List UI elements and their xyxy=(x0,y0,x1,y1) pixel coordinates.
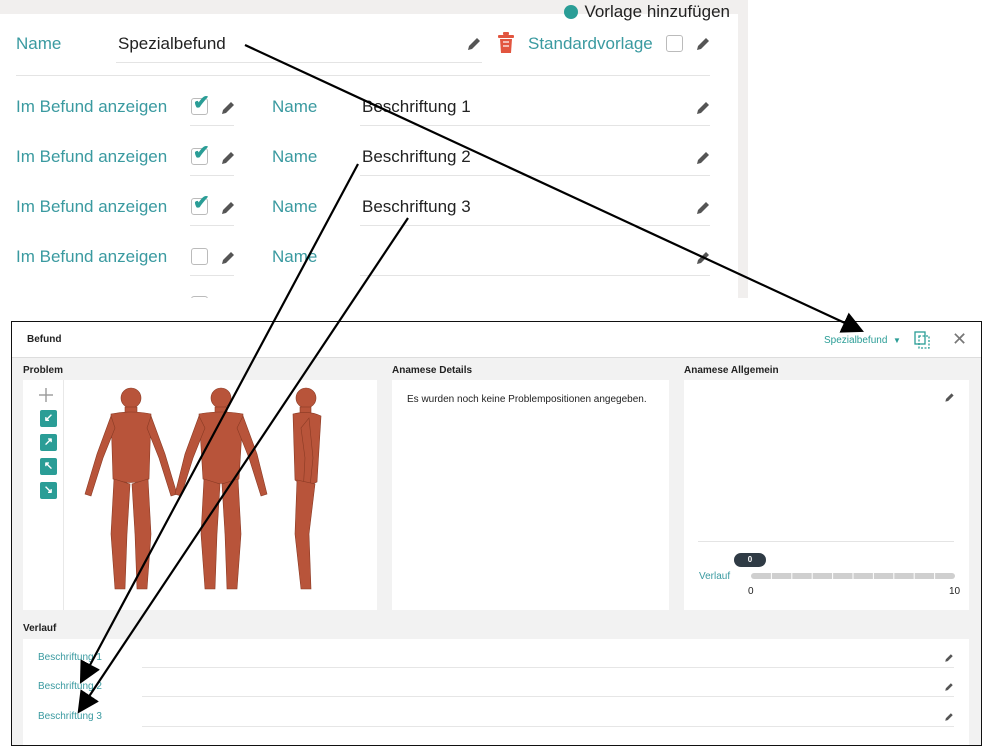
copy-icon[interactable] xyxy=(914,331,930,349)
show-in-befund-label-1: Im Befund anzeigen xyxy=(16,97,168,116)
anatomy-image[interactable] xyxy=(71,384,371,604)
edit-verlauf-pencil-icon-3[interactable] xyxy=(944,712,954,722)
anamnese-divider xyxy=(698,541,954,542)
verlauf-item-line-2 xyxy=(142,696,954,697)
problem-label: Problem xyxy=(23,365,64,376)
anamnese-details-label: Anamese Details xyxy=(392,365,473,376)
verlauf-panel xyxy=(23,639,969,745)
arrow-up-left-icon[interactable]: ↖ xyxy=(40,458,57,475)
add-template-button[interactable]: Vorlage hinzufügen xyxy=(564,2,730,22)
caret-down-icon[interactable]: ▼ xyxy=(893,336,901,345)
label-input-2[interactable]: Beschriftung 2 xyxy=(362,147,471,167)
add-template-label: Vorlage hinzufügen xyxy=(584,2,730,21)
add-icon xyxy=(564,5,579,19)
edit-show-pencil-icon-2[interactable] xyxy=(220,150,236,166)
edit-anamnese-pencil-icon[interactable] xyxy=(944,392,955,403)
standard-template-checkbox[interactable] xyxy=(666,35,683,52)
verlauf-item-1[interactable]: Beschriftung 1 xyxy=(38,652,102,663)
verlauf-item-2[interactable]: Beschriftung 2 xyxy=(38,681,102,692)
label-input-1[interactable]: Beschriftung 1 xyxy=(362,97,471,117)
verlauf-slider-label: Verlauf xyxy=(699,571,731,582)
befund-header: Befund Spezialbefund ▼ ✕ xyxy=(12,322,981,358)
name-row-divider xyxy=(16,75,710,76)
show-in-befund-checkbox-5[interactable] xyxy=(191,296,208,298)
label-underline-4 xyxy=(360,275,710,276)
befund-window: Befund Spezialbefund ▼ ✕ Problem Anamese… xyxy=(11,321,982,746)
edit-show-pencil-icon-1[interactable] xyxy=(220,100,236,116)
edit-verlauf-pencil-icon-1[interactable] xyxy=(944,653,954,663)
slider-max-label: 10 xyxy=(949,586,961,597)
show-in-befund-label-2: Im Befund anzeigen xyxy=(16,147,168,166)
template-selector[interactable]: Spezialbefund xyxy=(824,335,887,346)
verlauf-item-line-1 xyxy=(142,667,954,668)
label-name-2: Name xyxy=(272,147,318,166)
template-editor: Vorlage hinzufügen Name Spezialbefund St… xyxy=(0,0,748,298)
anamnese-allgemein-label: Anamese Allgemein xyxy=(684,365,779,376)
show-in-befund-label-4: Im Befund anzeigen xyxy=(16,247,168,266)
edit-label-pencil-icon-4[interactable] xyxy=(695,250,711,266)
close-icon[interactable]: ✕ xyxy=(952,329,967,350)
edit-label-pencil-icon-1[interactable] xyxy=(695,100,711,116)
standard-template-label: Standardvorlage xyxy=(528,34,653,53)
no-problem-positions-message: Es wurden noch keine Problempositionen a… xyxy=(407,394,647,405)
checkbox-underline-4 xyxy=(190,275,234,276)
toolbar-divider xyxy=(63,380,64,610)
label-underline-1 xyxy=(360,125,710,126)
move-icon[interactable] xyxy=(39,388,53,402)
label-underline-2 xyxy=(360,175,710,176)
verlauf-label: Verlauf xyxy=(23,623,57,634)
show-in-befund-label-3: Im Befund anzeigen xyxy=(16,197,168,216)
template-name-underline xyxy=(116,62,482,63)
checkbox-underline-2 xyxy=(190,175,234,176)
delete-template-trash-icon[interactable] xyxy=(496,32,516,54)
edit-show-pencil-icon-4[interactable] xyxy=(220,250,236,266)
edit-standard-pencil-icon[interactable] xyxy=(695,36,711,52)
arrow-down-left-icon[interactable]: ↙ xyxy=(40,410,57,427)
template-editor-card: Vorlage hinzufügen Name Spezialbefund St… xyxy=(0,2,738,298)
label-input-3[interactable]: Beschriftung 3 xyxy=(362,197,471,217)
label-name-4: Name xyxy=(272,247,318,266)
edit-show-pencil-icon-3[interactable] xyxy=(220,200,236,216)
template-name-input[interactable]: Spezialbefund xyxy=(118,34,226,54)
label-name-1: Name xyxy=(272,97,318,116)
label-underline-3 xyxy=(360,225,710,226)
template-name-label: Name xyxy=(16,34,62,53)
problem-panel: ↙ ↗ ↖ ↘ xyxy=(23,380,377,610)
checkbox-underline-3 xyxy=(190,225,234,226)
checkmark-icon: ✔ xyxy=(193,92,210,114)
verlauf-slider[interactable] xyxy=(751,573,955,579)
verlauf-item-line-3 xyxy=(142,726,954,727)
edit-label-pencil-icon-2[interactable] xyxy=(695,150,711,166)
slider-ticks xyxy=(770,573,936,579)
arrow-down-right-icon[interactable]: ↘ xyxy=(40,482,57,499)
edit-verlauf-pencil-icon-2[interactable] xyxy=(944,682,954,692)
checkbox-underline-1 xyxy=(190,125,234,126)
verlauf-item-3[interactable]: Beschriftung 3 xyxy=(38,711,102,722)
slider-value-bubble[interactable]: 0 xyxy=(734,553,766,567)
befund-title: Befund xyxy=(27,334,62,345)
anamnese-details-panel xyxy=(392,380,669,610)
edit-label-pencil-icon-3[interactable] xyxy=(695,200,711,216)
edit-name-pencil-icon[interactable] xyxy=(466,36,482,52)
slider-min-label: 0 xyxy=(748,586,754,597)
checkmark-icon: ✔ xyxy=(193,192,210,214)
label-name-3: Name xyxy=(272,197,318,216)
checkmark-icon: ✔ xyxy=(193,142,210,164)
arrow-up-right-icon[interactable]: ↗ xyxy=(40,434,57,451)
show-in-befund-checkbox-4[interactable] xyxy=(191,248,208,265)
